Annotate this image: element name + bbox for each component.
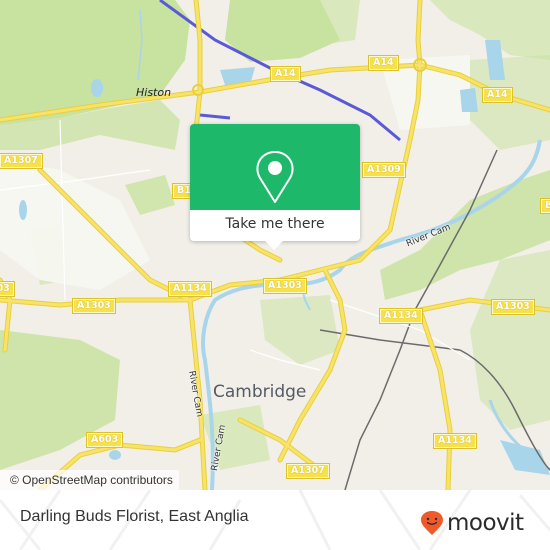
place-label-cambridge: Cambridge <box>213 382 307 402</box>
road-label-a1134: A1134 <box>168 281 212 297</box>
map-pin-icon <box>256 151 294 203</box>
place-label-histon: Histon <box>136 86 172 99</box>
road-label-a1307: A1307 <box>286 463 330 479</box>
road-label-a1134: A1134 <box>433 433 477 449</box>
road-label-a603: A603 <box>85 432 124 448</box>
road-label-a14: A14 <box>368 55 399 71</box>
popup-header <box>190 124 360 210</box>
moovit-smiley-pin-icon <box>421 511 443 535</box>
road-label-a1307: A1307 <box>0 153 43 169</box>
road-label-a14: A14 <box>270 66 301 82</box>
road-label-a1303: A1303 <box>0 281 15 297</box>
map-attribution[interactable]: © OpenStreetMap contributors <box>0 470 179 490</box>
location-popup: Take me there <box>190 124 360 250</box>
road-label-a1309: A1309 <box>362 162 406 178</box>
road-label-a1303: A1303 <box>72 298 116 314</box>
road-label-a14: A14 <box>482 87 513 103</box>
road-label-a1303: A1303 <box>491 299 535 315</box>
map-view[interactable]: Histon Cambridge River Cam River Cam Riv… <box>0 0 550 490</box>
moovit-logo-text: moovit <box>447 510 524 536</box>
take-me-there-button[interactable]: Take me there <box>190 210 360 241</box>
popup-arrow <box>265 241 283 250</box>
road-label-a1134: A1134 <box>379 308 423 324</box>
road-label-a1303: A1303 <box>263 278 307 294</box>
road-label-b: B <box>539 198 550 214</box>
moovit-logo[interactable]: moovit <box>420 510 524 536</box>
footer: Darling Buds Florist, East Anglia moovit <box>0 490 550 550</box>
place-name: Darling Buds Florist, East Anglia <box>20 508 249 525</box>
